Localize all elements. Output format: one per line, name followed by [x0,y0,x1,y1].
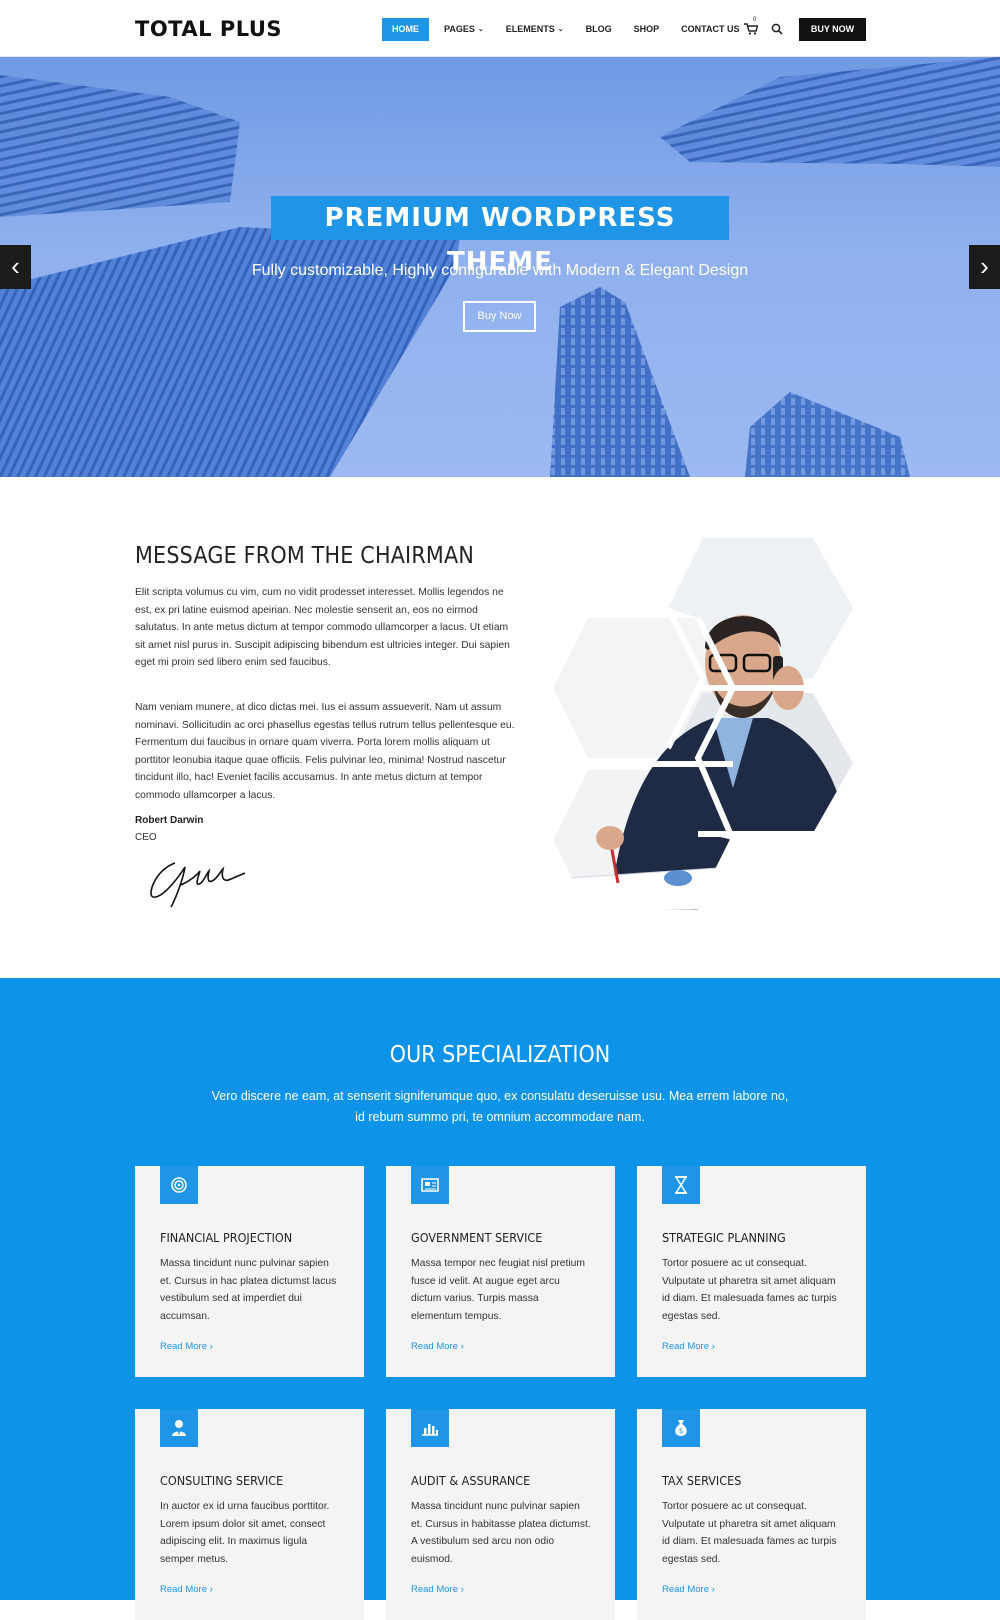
service-card: AUDIT & ASSURANCE Massa tincidunt nunc p… [386,1409,615,1620]
card-text: Massa tincidunt nunc pulvinar sapien et.… [160,1258,337,1322]
cart-count: 0 [753,17,757,23]
search-icon[interactable] [771,23,783,35]
newspaper-icon [411,1166,449,1204]
signature-image [150,862,246,908]
hero-title: PREMIUM WORDPRESS THEME [271,196,729,277]
link-label: Read More [411,1341,458,1352]
service-card: FINANCIAL PROJECTION Massa tincidunt nun… [135,1166,364,1377]
chevron-right-icon: › [711,1341,715,1352]
hero-subtitle: Fully customizable, Highly configurable … [251,262,749,279]
nav-contact[interactable]: CONTACT US [674,18,746,41]
hero-buy-now-button[interactable]: Buy Now [463,301,536,332]
nav-shop[interactable]: SHOP [627,18,667,41]
card-text: Massa tempor nec feugiat nisl pretium fu… [411,1258,585,1322]
card-title: AUDIT & ASSURANCE [411,1473,531,1488]
chairman-paragraph-1: Elit scripta volumus cu vim, cum no vidi… [135,587,510,668]
target-icon [160,1166,198,1204]
specialization-description: Vero discere ne eam, at senserit signife… [211,1089,789,1124]
link-label: Read More [160,1584,207,1595]
main-nav: HOME PAGES ⌄ ELEMENTS ⌄ BLOG SHOP CONTACT … [382,18,754,41]
chevron-right-icon: › [460,1584,464,1595]
svg-text:$: $ [679,1427,683,1435]
chevron-down-icon: ⌄ [557,26,564,33]
service-card: STRATEGIC PLANNING Tortor posuere ac ut … [637,1166,866,1377]
chevron-right-icon: › [209,1584,213,1595]
card-text: Massa tincidunt nunc pulvinar sapien et.… [411,1501,591,1565]
chevron-left-icon: ‹ [11,251,20,281]
card-title: STRATEGIC PLANNING [662,1230,786,1245]
chairman-photo-collage [548,538,858,928]
card-text: Tortor posuere ac ut consequat. Vulputat… [662,1258,837,1322]
card-title: CONSULTING SERVICE [160,1473,284,1488]
chairman-title: MESSAGE FROM THE CHAIRMAN [135,543,475,569]
service-card: $ TAX SERVICES Tortor posuere ac ut cons… [637,1409,866,1620]
nav-label: CONTACT US [681,24,740,34]
read-more-link[interactable]: Read More › [662,1341,715,1352]
chevron-right-icon: › [460,1341,464,1352]
read-more-link[interactable]: Read More › [411,1341,464,1352]
read-more-link[interactable]: Read More › [411,1584,464,1595]
buy-now-button[interactable]: BUY NOW [799,18,866,41]
chevron-right-icon: › [209,1341,213,1352]
nav-elements[interactable]: ELEMENTS ⌄ [499,18,571,41]
slider-next-button[interactable]: › [969,245,1000,289]
nav-label: SHOP [633,24,660,34]
nav-label: BLOG [585,24,612,34]
slider-prev-button[interactable]: ‹ [0,245,31,289]
nav-home[interactable]: HOME [382,18,429,41]
site-header: TOTAL PLUS HOME PAGES ⌄ ELEMENTS ⌄ BLOG SH… [0,0,1000,57]
nav-label: ELEMENTS [505,24,555,34]
link-label: Read More [662,1341,709,1352]
nav-label: HOME [392,24,419,34]
link-label: Read More [662,1584,709,1595]
read-more-link[interactable]: Read More › [160,1584,213,1595]
card-title: GOVERNMENT SERVICE [411,1230,543,1245]
card-text: In auctor ex id urna faucibus porttitor.… [160,1501,330,1565]
card-text: Tortor posuere ac ut consequat. Vulputat… [662,1501,837,1565]
nav-label: PAGES [444,24,475,34]
chevron-right-icon: › [980,251,989,281]
read-more-link[interactable]: Read More › [160,1341,213,1352]
chevron-down-icon: ⌄ [477,26,484,33]
card-title: FINANCIAL PROJECTION [160,1230,293,1245]
nav-blog[interactable]: BLOG [579,18,619,41]
read-more-link[interactable]: Read More › [662,1584,715,1595]
service-card: GOVERNMENT SERVICE Massa tempor nec feug… [386,1166,615,1377]
site-logo[interactable]: TOTAL PLUS [135,17,282,41]
chevron-right-icon: › [711,1584,715,1595]
money-bag-icon: $ [662,1409,700,1447]
link-label: Read More [411,1584,458,1595]
card-title: TAX SERVICES [662,1473,742,1488]
chairman-role: CEO [135,832,157,843]
specialization-title: OUR SPECIALIZATION [389,1042,611,1068]
hero-slider: PREMIUM WORDPRESS THEME Fully customizab… [0,57,1000,477]
user-tie-icon [160,1409,198,1447]
bar-chart-icon [411,1409,449,1447]
service-card: CONSULTING SERVICE In auctor ex id urna … [135,1409,364,1620]
chairman-paragraph-2: Nam veniam munere, at dico dictas mei. I… [135,702,515,801]
hourglass-icon [662,1166,700,1204]
cart-icon[interactable] [744,23,758,35]
link-label: Read More [160,1341,207,1352]
chairman-name: Robert Darwin [135,815,204,826]
nav-pages[interactable]: PAGES ⌄ [437,18,491,41]
